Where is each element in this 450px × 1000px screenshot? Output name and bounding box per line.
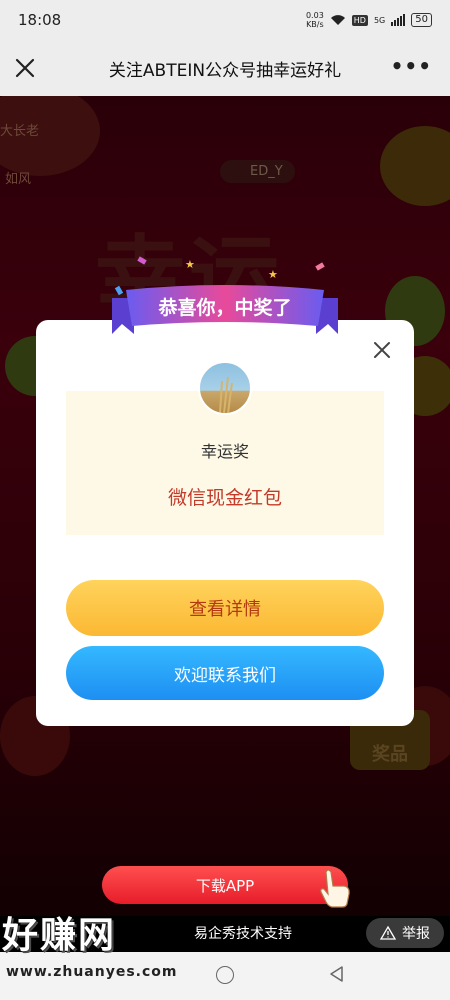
status-bar: 18:08 0.03 KB/s HD 5G 50 xyxy=(0,0,450,40)
status-icons: 0.03 KB/s HD 5G 50 xyxy=(306,11,432,29)
close-icon[interactable] xyxy=(12,55,38,81)
page-title: 关注ABTEIN公众号抽幸运好礼 xyxy=(108,60,342,81)
network-speed-value: 0.03 xyxy=(305,11,324,20)
report-button[interactable]: 举报 xyxy=(366,918,444,948)
background-ticker: 如风 xyxy=(5,172,32,187)
modal-close-icon[interactable] xyxy=(372,340,392,360)
report-label: 举报 xyxy=(402,926,430,942)
network-speed-unit: KB/s xyxy=(306,20,324,29)
watermark-url: www.zhuanyes.com xyxy=(6,964,178,980)
hd-badge: HD xyxy=(351,14,368,26)
nav-bar: 关注ABTEIN公众号抽幸运好礼 ••• xyxy=(0,40,450,97)
star-decoration: ★ xyxy=(185,258,195,271)
background-ticker: 大长老 xyxy=(0,124,40,139)
signal-icon xyxy=(391,14,406,26)
home-icon[interactable] xyxy=(216,966,234,984)
warning-icon xyxy=(380,926,396,940)
pointing-hand-icon xyxy=(320,869,350,908)
network-speed: 0.03 KB/s xyxy=(306,11,324,29)
network-type: 5G xyxy=(373,15,386,25)
star-decoration: ★ xyxy=(268,268,278,281)
download-app-button[interactable]: 下载APP xyxy=(102,866,348,904)
battery-icon: 50 xyxy=(411,13,432,27)
contact-us-button[interactable]: 欢迎联系我们 xyxy=(66,646,384,700)
congrats-banner: 恭喜你，中奖了 xyxy=(158,297,292,319)
wifi-icon xyxy=(330,15,345,25)
avatar xyxy=(198,361,252,415)
prize-name: 微信现金红包 xyxy=(167,487,282,509)
view-details-button[interactable]: 查看详情 xyxy=(66,580,384,636)
watermark-logo: 好赚网 xyxy=(2,915,117,956)
more-icon[interactable]: ••• xyxy=(391,54,432,78)
prize-level: 幸运奖 xyxy=(200,442,249,461)
background-user: ED_Y xyxy=(220,160,295,183)
status-time: 18:08 xyxy=(18,11,62,29)
back-icon[interactable] xyxy=(328,965,346,983)
tech-support-text: 易企秀技术支持 xyxy=(194,926,292,942)
